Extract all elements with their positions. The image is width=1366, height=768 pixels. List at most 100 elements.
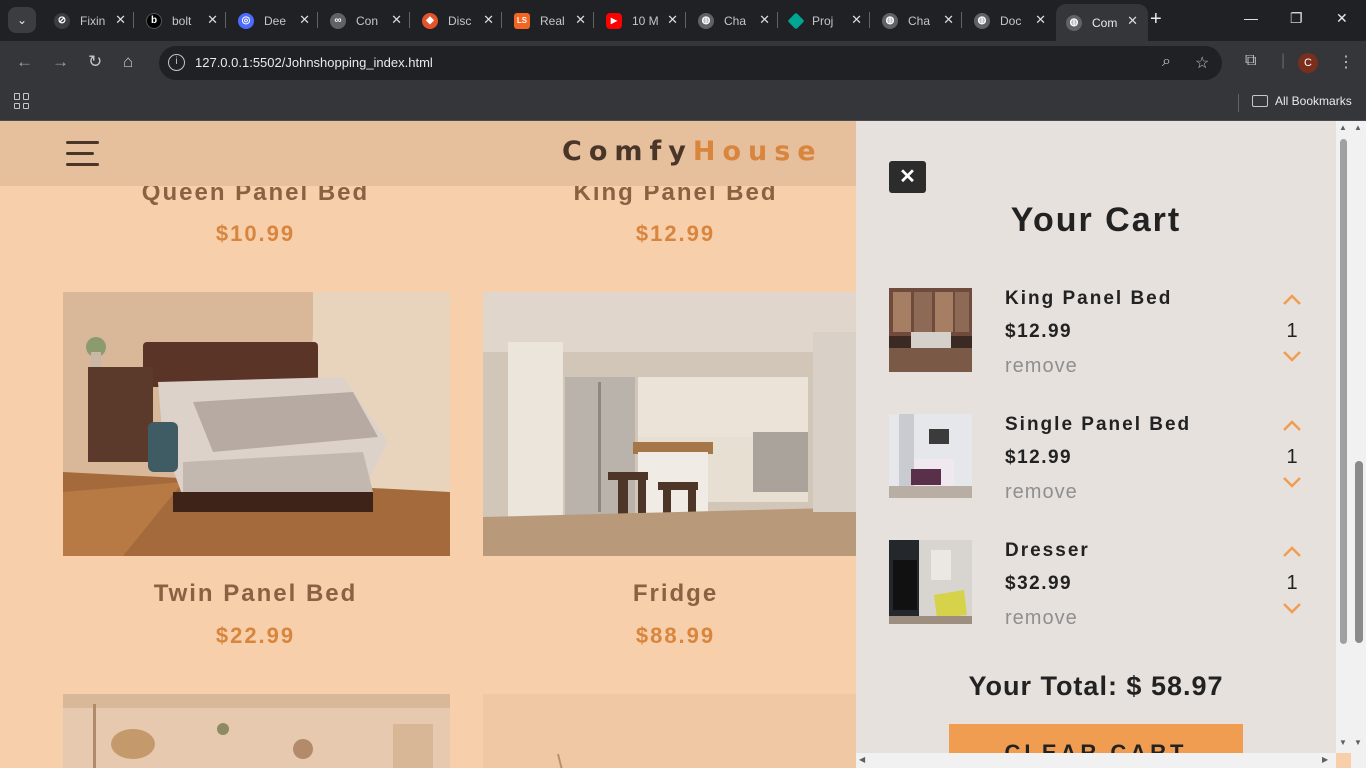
browser-tab[interactable]: Proj ✕ (780, 5, 872, 36)
address-bar[interactable]: i 127.0.0.1:5502/Johnshopping_index.html… (159, 46, 1222, 80)
cart-item: Dresser $32.99 remove 1 (889, 540, 1309, 629)
brand-part-1: Comfy (562, 136, 693, 167)
cart-item: Single Panel Bed $12.99 remove 1 (889, 414, 1309, 503)
product-title: Fridge (632, 580, 719, 607)
all-bookmarks-button[interactable]: All Bookmarks (1252, 94, 1352, 108)
browser-tab[interactable]: ◍ Cha ✕ (872, 5, 964, 36)
scroll-up-icon[interactable]: ▲ (1339, 123, 1347, 132)
close-window-icon[interactable]: ✕ (1336, 10, 1348, 27)
tab-close-icon[interactable]: ✕ (575, 12, 586, 28)
scroll-up-icon[interactable]: ▲ (1354, 123, 1362, 132)
apps-grid-icon[interactable] (14, 93, 30, 109)
cart-scrollbar[interactable]: ▲ ▼ (1336, 121, 1351, 753)
site-info-icon[interactable]: i (168, 54, 185, 71)
tab-close-icon[interactable]: ✕ (483, 12, 494, 28)
browser-tab[interactable]: b bolt ✕ (136, 5, 228, 36)
new-tab-icon[interactable]: + (1150, 8, 1162, 31)
tab-favicon-icon: ◆ (422, 12, 438, 29)
tab-close-icon[interactable]: ✕ (1127, 13, 1138, 29)
remove-item-button[interactable]: remove (1005, 607, 1078, 630)
zoom-icon[interactable]: ⌕ (1162, 53, 1171, 71)
product-image-kitchen[interactable] (483, 292, 870, 556)
scroll-down-icon[interactable]: ▼ (1354, 738, 1362, 747)
brand-part-2: House (692, 136, 823, 167)
tab-close-icon[interactable]: ✕ (391, 12, 402, 28)
chevron-up-icon[interactable] (1282, 546, 1302, 558)
product-image-living-room[interactable] (63, 694, 450, 768)
forward-icon[interactable]: → (52, 52, 69, 72)
browser-tab-active[interactable]: ◍ Com ✕ (1056, 4, 1148, 41)
tab-label: Proj (812, 13, 834, 28)
back-icon[interactable]: ← (16, 52, 33, 72)
chevron-down-icon[interactable] (1282, 476, 1302, 488)
scroll-down-icon[interactable]: ▼ (1339, 738, 1347, 747)
tab-favicon-icon: ◍ (882, 12, 898, 29)
browser-tab[interactable]: ⊘ Fixin ✕ (44, 5, 136, 36)
folder-icon (1252, 95, 1268, 107)
cart-item-price: $12.99 (1005, 321, 1073, 342)
tab-close-icon[interactable]: ✕ (1035, 12, 1046, 28)
bookmark-star-icon[interactable]: ☆ (1195, 53, 1209, 73)
tab-label: Cha (724, 13, 747, 28)
page-scrollbar[interactable]: ▲ ▼ (1351, 121, 1366, 768)
scroll-right-icon[interactable]: ▶ (1322, 755, 1328, 764)
browser-tab[interactable]: ◎ Dee ✕ (228, 5, 320, 36)
url-text[interactable]: 127.0.0.1:5502/Johnshopping_index.html (195, 55, 433, 70)
browser-tab[interactable]: ◆ Disc ✕ (412, 5, 504, 36)
product-image-hallway[interactable] (483, 694, 870, 768)
hamburger-menu-icon[interactable] (66, 141, 99, 167)
tab-favicon-icon: ◍ (974, 12, 990, 29)
tab-close-icon[interactable]: ✕ (943, 12, 954, 28)
tab-label: Con (356, 13, 379, 28)
close-cart-button[interactable]: ✕ (889, 161, 926, 193)
scroll-left-icon[interactable]: ◀ (859, 755, 865, 764)
product-price: $22.99 (215, 623, 296, 648)
browser-tab[interactable]: ◍ Cha ✕ (688, 5, 780, 36)
cart-item-name: King Panel Bed (1005, 288, 1173, 309)
quantity-value: 1 (1286, 320, 1298, 342)
chevron-up-icon[interactable] (1282, 294, 1302, 306)
tab-close-icon[interactable]: ✕ (299, 12, 310, 28)
tab-favicon-icon (787, 12, 805, 29)
browser-toolbar: ← → ↻ ⌂ i 127.0.0.1:5502/Johnshopping_in… (0, 41, 1366, 85)
browser-tab[interactable]: ◍ Doc ✕ (964, 5, 1056, 36)
tab-favicon-icon: ◎ (238, 12, 254, 29)
chevron-down-icon[interactable] (1282, 350, 1302, 362)
tab-close-icon[interactable]: ✕ (207, 12, 218, 28)
tab-favicon-icon: ⊘ (54, 12, 70, 29)
home-icon[interactable]: ⌂ (123, 52, 133, 72)
browser-tab[interactable]: ▶ 10 M ✕ (596, 5, 688, 36)
tab-close-icon[interactable]: ✕ (667, 12, 678, 28)
menu-dots-icon[interactable]: ⋮ (1338, 52, 1354, 72)
browser-tab[interactable]: ∞ Con ✕ (320, 5, 412, 36)
remove-item-button[interactable]: remove (1005, 481, 1078, 504)
browser-tab[interactable]: LS Real ✕ (504, 5, 596, 36)
site-logo[interactable]: ComfyHouse (562, 136, 823, 167)
reload-icon[interactable]: ↻ (88, 52, 102, 72)
scrollbar-thumb[interactable] (1355, 461, 1363, 643)
minimize-icon[interactable]: — (1244, 10, 1258, 26)
quantity-value: 1 (1286, 572, 1298, 594)
tab-label: Fixin (80, 13, 106, 28)
tab-label: Disc (448, 13, 472, 28)
tab-search-button[interactable]: ⌄ (8, 7, 36, 33)
tab-close-icon[interactable]: ✕ (851, 12, 862, 28)
profile-avatar[interactable]: C (1298, 53, 1318, 73)
product-image-bedroom[interactable] (63, 292, 450, 556)
tab-label: Doc (1000, 13, 1022, 28)
remove-item-button[interactable]: remove (1005, 355, 1078, 378)
cart-item-image (889, 540, 972, 624)
tab-favicon-icon: ▶ (606, 12, 622, 29)
product-price: $10.99 (215, 221, 296, 246)
scrollbar-thumb[interactable] (1340, 139, 1347, 644)
chevron-up-icon[interactable] (1282, 420, 1302, 432)
restore-icon[interactable]: ❐ (1290, 10, 1303, 27)
tab-close-icon[interactable]: ✕ (759, 12, 770, 28)
horizontal-scrollbar[interactable]: ◀ ▶ (856, 753, 1336, 768)
tab-label: bolt (172, 13, 192, 28)
cart-item-price: $32.99 (1005, 573, 1073, 594)
extensions-icon[interactable]: ⧉ (1245, 52, 1256, 70)
chevron-down-icon[interactable] (1282, 602, 1302, 614)
tab-close-icon[interactable]: ✕ (115, 12, 126, 28)
cart-total: Your Total: $ 58.97 (968, 671, 1224, 701)
